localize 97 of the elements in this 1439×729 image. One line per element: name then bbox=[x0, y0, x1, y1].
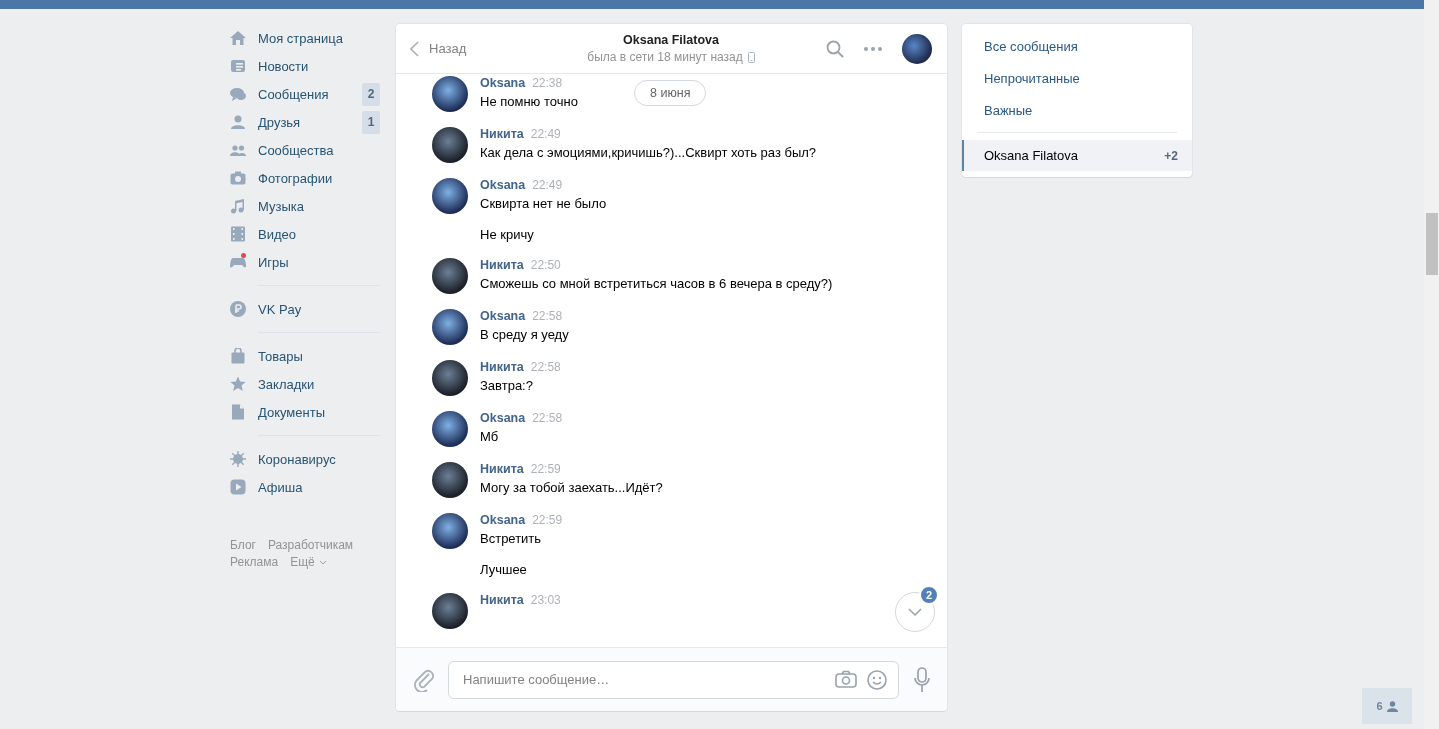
message-text: Не помню точно bbox=[480, 93, 578, 110]
author-name[interactable]: Никита bbox=[480, 593, 524, 607]
person-icon bbox=[230, 114, 246, 130]
chat-bubbles-icon bbox=[230, 86, 246, 102]
author-name[interactable]: Никита bbox=[480, 360, 524, 374]
news-icon bbox=[230, 58, 246, 74]
unread-badge: 2 bbox=[919, 585, 939, 605]
author-name[interactable]: Oksana bbox=[480, 76, 526, 90]
nav-link[interactable]: Афиша bbox=[230, 473, 380, 501]
virus-icon bbox=[230, 451, 246, 467]
film-icon bbox=[230, 226, 246, 242]
chevron-down-icon bbox=[318, 559, 327, 565]
play-icon bbox=[230, 479, 246, 495]
message-time: 22:50 bbox=[530, 258, 561, 272]
message-text: Сквирта нет не было bbox=[480, 195, 607, 212]
person-icon bbox=[1386, 700, 1398, 712]
nav-link[interactable]: Закладки bbox=[230, 370, 380, 398]
author-name[interactable]: Никита bbox=[480, 462, 524, 476]
avatar[interactable] bbox=[432, 513, 468, 549]
message-time: 22:49 bbox=[530, 127, 561, 141]
contact-name: Oksana Filatova bbox=[623, 33, 719, 47]
avatar[interactable] bbox=[432, 593, 468, 629]
nav-link[interactable]: Игры bbox=[230, 248, 380, 276]
message-time: 22:59 bbox=[530, 462, 561, 476]
scrollbar-thumb[interactable] bbox=[1426, 213, 1438, 275]
document-icon bbox=[230, 404, 246, 420]
author-name[interactable]: Никита bbox=[480, 258, 524, 272]
message-text: Как дела с эмоциями,кричишь?)...Сквирт хоть раз был? bbox=[480, 144, 817, 161]
message-time: 22:38 bbox=[532, 76, 563, 90]
message-time: 22:59 bbox=[532, 513, 563, 527]
message-text: Не кричу bbox=[480, 226, 535, 243]
scrollbar[interactable] bbox=[1424, 0, 1439, 729]
filter-item[interactable]: Oksana Filatova +2 bbox=[962, 140, 1192, 171]
camera-icon bbox=[230, 170, 246, 186]
message-text: Могу за тобой заехать...Идёт? bbox=[480, 479, 663, 496]
message-time: 23:03 bbox=[530, 593, 561, 607]
message-time: 22:58 bbox=[532, 411, 563, 425]
message-time: 22:49 bbox=[532, 178, 563, 192]
nav-link[interactable]: Коронавирус bbox=[230, 445, 380, 473]
nav-link[interactable]: Музыка bbox=[230, 192, 380, 220]
count-badge: 1 bbox=[362, 110, 380, 134]
nav-link[interactable]: Друзья 1 bbox=[230, 108, 380, 136]
count-badge: 2 bbox=[362, 82, 380, 106]
star-icon bbox=[230, 376, 246, 392]
avatar[interactable] bbox=[432, 411, 468, 447]
message-text: Лучшее bbox=[480, 561, 528, 578]
avatar[interactable] bbox=[432, 178, 468, 214]
message-text: В среду я уеду bbox=[480, 326, 569, 343]
avatar[interactable] bbox=[432, 127, 468, 163]
back-button[interactable]: Назад bbox=[410, 40, 580, 57]
camera-icon[interactable] bbox=[835, 669, 857, 688]
paperclip-icon[interactable] bbox=[414, 667, 434, 692]
bag-icon bbox=[230, 348, 246, 364]
more-icon[interactable] bbox=[864, 46, 882, 51]
chevron-down-icon bbox=[908, 608, 922, 616]
smiley-icon[interactable] bbox=[867, 669, 887, 690]
scroll-down-button[interactable] bbox=[895, 592, 935, 632]
online-status: была в сети 18 минут назад bbox=[587, 50, 743, 64]
nav-link[interactable]: Товары bbox=[230, 342, 380, 370]
nav-link[interactable]: VK Pay bbox=[230, 295, 380, 323]
message-text: Сможешь со мной встретиться часов в 6 вечера в среду?) bbox=[480, 275, 833, 292]
avatar[interactable] bbox=[902, 33, 932, 64]
avatar[interactable] bbox=[432, 258, 468, 294]
filter-item[interactable]: Все сообщения bbox=[962, 30, 1192, 62]
nav-link[interactable]: Документы bbox=[230, 398, 380, 426]
message-text: Встретить bbox=[480, 530, 543, 547]
chevron-left-icon bbox=[410, 40, 419, 57]
people-icon bbox=[230, 142, 246, 158]
nav-link[interactable]: Сообщества bbox=[230, 136, 380, 164]
nav-link[interactable]: Сообщения 2 bbox=[230, 80, 380, 108]
avatar[interactable] bbox=[432, 76, 468, 112]
nav-link[interactable]: Моя страница bbox=[230, 24, 380, 52]
message-time: 22:58 bbox=[532, 309, 563, 323]
author-name[interactable]: Oksana bbox=[480, 513, 526, 527]
message-time: 22:58 bbox=[530, 360, 561, 374]
music-note-icon bbox=[230, 198, 246, 214]
message-text: Завтра:? bbox=[480, 377, 534, 394]
nav-link[interactable]: Видео bbox=[230, 220, 380, 248]
date-label: 8 июня bbox=[634, 80, 707, 106]
nav-link[interactable]: Фотографии bbox=[230, 164, 380, 192]
message-text: Мб bbox=[480, 428, 500, 445]
phone-icon bbox=[747, 51, 755, 63]
author-name[interactable]: Никита bbox=[480, 127, 524, 141]
author-name[interactable]: Oksana bbox=[480, 411, 526, 425]
message-input[interactable]: Напишите сообщение… bbox=[448, 660, 899, 699]
search-icon[interactable] bbox=[826, 39, 844, 58]
author-name[interactable]: Oksana bbox=[480, 178, 526, 192]
ruble-circle-icon bbox=[230, 301, 246, 317]
filter-item[interactable]: Непрочитанные bbox=[962, 62, 1192, 94]
avatar[interactable] bbox=[432, 309, 468, 345]
avatar[interactable] bbox=[432, 462, 468, 498]
unread-count: +2 bbox=[1164, 148, 1178, 163]
nav-link[interactable]: Новости bbox=[230, 52, 380, 80]
author-name[interactable]: Oksana bbox=[480, 309, 526, 323]
avatar[interactable] bbox=[432, 360, 468, 396]
home-icon bbox=[230, 30, 246, 46]
filter-item[interactable]: Важные bbox=[962, 94, 1192, 126]
